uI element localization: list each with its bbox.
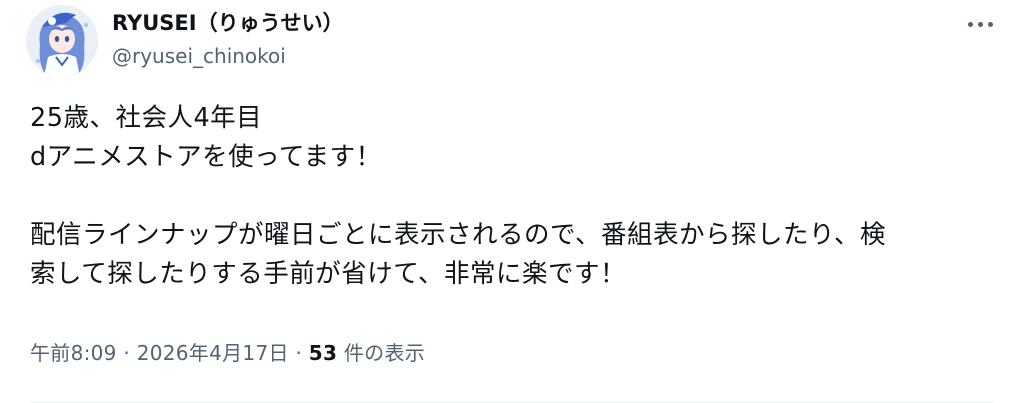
avatar[interactable] [26, 5, 98, 77]
dot [977, 21, 983, 27]
timestamp-link[interactable]: 午前8:09 · 2026年4月17日 [30, 341, 289, 365]
tweet-text: 25歳、社会人4年目 dアニメストアを使ってます！ 配信ラインナップが曜日ごとに… [30, 99, 1000, 294]
dot [987, 21, 993, 27]
tweet-text-line: 25歳、社会人4年目 [30, 103, 263, 133]
post-time: 午前8:09 [30, 341, 117, 365]
views-count: 53 [308, 341, 338, 365]
tweet-card: RYUSEI（りゅうせい） @ryusei_chinokoi 25歳、社会人4年… [0, 0, 1024, 403]
tweet-text-line: dアニメストアを使ってます！ [30, 142, 382, 172]
tweet-meta: 午前8:09 · 2026年4月17日 · 53 件の表示 [30, 339, 425, 367]
tweet-text-line: 配信ラインナップが曜日ごとに表示されるので、番組表から探したり、検 [30, 220, 886, 250]
separator: · [288, 341, 309, 365]
dot [967, 21, 973, 27]
avatar-image [26, 5, 98, 77]
more-options-icon[interactable] [956, 6, 1004, 42]
tweet-text-line: 索して探したりする手前が省けて、非常に楽です！ [30, 259, 626, 289]
author-handle[interactable]: @ryusei_chinokoi [112, 42, 286, 70]
separator: · [116, 341, 137, 365]
views-label: 件の表示 [337, 341, 426, 365]
post-date: 2026年4月17日 [136, 341, 289, 365]
author-display-name[interactable]: RYUSEI（りゅうせい） [112, 8, 344, 38]
